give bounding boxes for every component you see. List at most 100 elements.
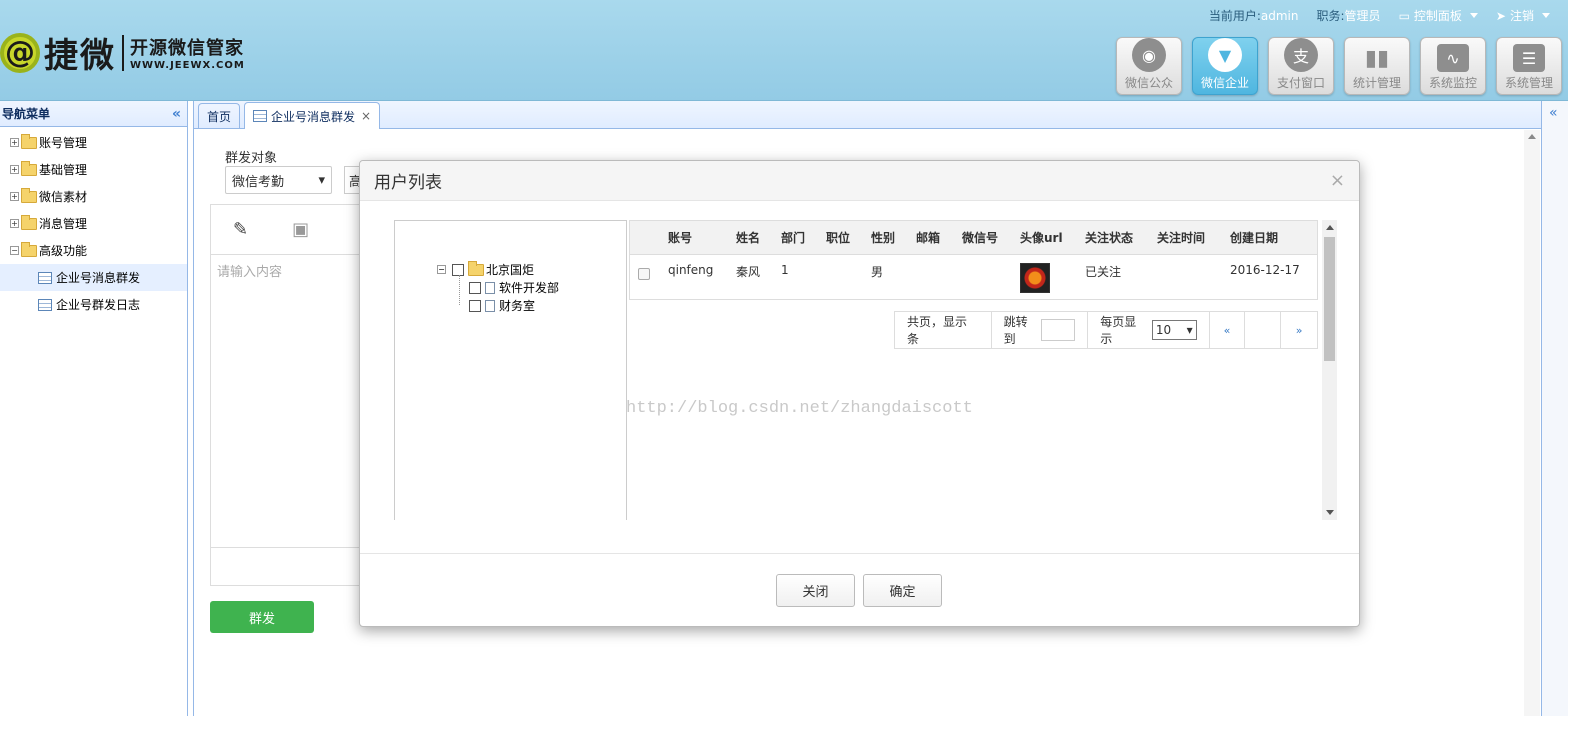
column-header[interactable]: 头像url (1010, 229, 1075, 246)
sidebar-header: 导航菜单 « (0, 101, 187, 127)
scroll-up-icon[interactable] (1528, 134, 1536, 139)
department-tree: − 北京国炬 软件开发部 财务室 (394, 220, 627, 520)
prev-page-button[interactable]: « (1210, 312, 1246, 348)
table-row[interactable]: qinfeng 秦风 1 男 已关注 2016-12-17 (630, 255, 1317, 299)
folder-icon (21, 214, 37, 230)
content-placeholder: 请输入内容 (217, 265, 283, 280)
editor-toolbar: ✎ ▣ (211, 205, 379, 255)
expand-icon[interactable]: + (10, 219, 19, 228)
page-jump-input[interactable] (1041, 319, 1076, 341)
expand-icon[interactable]: + (10, 165, 19, 174)
dialog-scrollbar[interactable] (1322, 220, 1337, 520)
column-header[interactable]: 邮箱 (906, 229, 952, 246)
current-role-value: 管理员 (1344, 9, 1381, 23)
tab-mass-send[interactable]: 企业号消息群发 × (244, 102, 381, 129)
logo-text: 开源微信管家 WWW.JEEWX.COM (130, 34, 245, 71)
sidebar-item-message[interactable]: + 消息管理 (0, 210, 187, 237)
target-select[interactable]: 微信考勤 ▾ (225, 166, 332, 194)
module-system[interactable]: ☰ 系统管理 (1496, 37, 1562, 95)
current-user: 当前用户:admin (1209, 7, 1299, 24)
module-label: 统计管理 (1352, 76, 1401, 90)
page-jump: 跳转到 (992, 312, 1089, 348)
close-button[interactable]: 关闭 (776, 574, 855, 607)
image-icon[interactable]: ▣ (292, 219, 309, 240)
sidebar-item-material[interactable]: + 微信素材 (0, 183, 187, 210)
dept-checkbox[interactable] (469, 281, 481, 294)
paper-plane-icon: ➤ (1495, 8, 1506, 23)
module-monitor[interactable]: ∿ 系统监控 (1420, 37, 1486, 95)
next-page-button[interactable]: » (1281, 312, 1317, 348)
close-icon[interactable]: × (1330, 170, 1345, 191)
pagination: 共页，显示条 跳转到 每页显示 10 ▾ « » (894, 311, 1318, 349)
target-label: 群发对象 (225, 151, 278, 166)
cell-name: 秦风 (736, 265, 761, 279)
page-size-select[interactable]: 10 ▾ (1151, 320, 1197, 340)
sidebar-item-advanced[interactable]: − 高级功能 (0, 237, 187, 264)
expand-icon[interactable]: + (10, 192, 19, 201)
logo-url: WWW.JEEWX.COM (130, 60, 245, 71)
collapse-icon[interactable]: − (437, 265, 446, 274)
sidebar-item-mass-log[interactable]: 企业号群发日志 (0, 291, 187, 318)
page-number[interactable] (1245, 312, 1282, 348)
scroll-down-icon[interactable] (1326, 510, 1334, 515)
module-payment[interactable]: 支 支付窗口 (1268, 37, 1334, 95)
page-scrollbar[interactable] (1524, 130, 1540, 716)
scroll-thumb[interactable] (1324, 237, 1335, 361)
alipay-icon: 支 (1284, 38, 1318, 72)
module-label: 系统监控 (1428, 76, 1477, 90)
watermark: http://blog.csdn.net/zhangdaiscott (626, 399, 973, 418)
module-statistics[interactable]: ▮▮ 统计管理 (1344, 37, 1410, 95)
sidebar-item-account[interactable]: + 账号管理 (0, 129, 187, 156)
document-icon (485, 299, 495, 312)
cell-gender: 男 (871, 265, 884, 279)
dept-node-software[interactable]: 软件开发部 (469, 279, 559, 296)
logo-name: 捷微 (44, 36, 116, 76)
header: @ 捷微 开源微信管家 WWW.JEEWX.COM 当前用户:admin 职务:… (0, 0, 1568, 101)
logo: @ 捷微 开源微信管家 WWW.JEEWX.COM (0, 30, 245, 76)
dept-checkbox[interactable] (469, 299, 481, 312)
pencil-icon[interactable]: ✎ (233, 219, 248, 240)
table-icon (38, 271, 52, 284)
column-header[interactable]: 职位 (816, 229, 861, 246)
sidebar-item-label: 消息管理 (39, 217, 88, 231)
collapse-right-icon[interactable]: « (1549, 105, 1558, 121)
sidebar-item-label: 微信素材 (39, 190, 88, 204)
logout-menu[interactable]: ➤ 注销 (1496, 7, 1550, 24)
column-header[interactable]: 部门 (771, 229, 816, 246)
dept-checkbox[interactable] (452, 263, 464, 276)
column-header[interactable]: 姓名 (726, 229, 771, 246)
module-wechat-enterprise[interactable]: ▼ 微信企业 (1192, 37, 1258, 95)
page-size: 每页显示 10 ▾ (1088, 312, 1210, 348)
column-header[interactable]: 微信号 (952, 229, 1010, 246)
avatar (1020, 263, 1050, 293)
column-header[interactable]: 性别 (861, 229, 906, 246)
control-panel-menu[interactable]: ▭ 控制面板 (1399, 7, 1478, 24)
sidebar-item-label: 基础管理 (39, 163, 88, 177)
close-icon[interactable]: × (361, 109, 371, 123)
column-header[interactable]: 账号 (658, 229, 726, 246)
confirm-button[interactable]: 确定 (863, 574, 942, 607)
dept-label: 软件开发部 (499, 281, 560, 295)
column-header[interactable]: 关注时间 (1147, 229, 1220, 246)
monitor-icon: ∿ (1437, 44, 1469, 72)
expand-icon[interactable]: + (10, 138, 19, 147)
row-select-cell (630, 263, 658, 280)
collapse-left-icon[interactable]: « (172, 106, 181, 122)
module-wechat-public[interactable]: ◉ 微信公众 (1116, 37, 1182, 95)
collapse-icon[interactable]: − (10, 246, 19, 255)
mass-send-button[interactable]: 群发 (210, 601, 314, 633)
scroll-up-icon[interactable] (1326, 225, 1334, 230)
content-editor[interactable]: ✎ ▣ 请输入内容 (210, 204, 380, 586)
cell-dept: 1 (781, 263, 789, 277)
sidebar-item-mass-send[interactable]: 企业号消息群发 (0, 264, 187, 291)
module-label: 系统管理 (1504, 76, 1553, 90)
column-header[interactable]: 关注状态 (1075, 229, 1147, 246)
dept-node-root[interactable]: − 北京国炬 (437, 260, 534, 278)
tab-home[interactable]: 首页 (198, 103, 241, 128)
column-header[interactable]: 创建日期 (1220, 229, 1310, 246)
control-panel-label: 控制面板 (1413, 9, 1462, 23)
row-checkbox[interactable] (638, 268, 650, 280)
sidebar-item-basic[interactable]: + 基础管理 (0, 156, 187, 183)
page-size-label: 每页显示 (1100, 315, 1137, 346)
dept-node-finance[interactable]: 财务室 (469, 297, 535, 314)
